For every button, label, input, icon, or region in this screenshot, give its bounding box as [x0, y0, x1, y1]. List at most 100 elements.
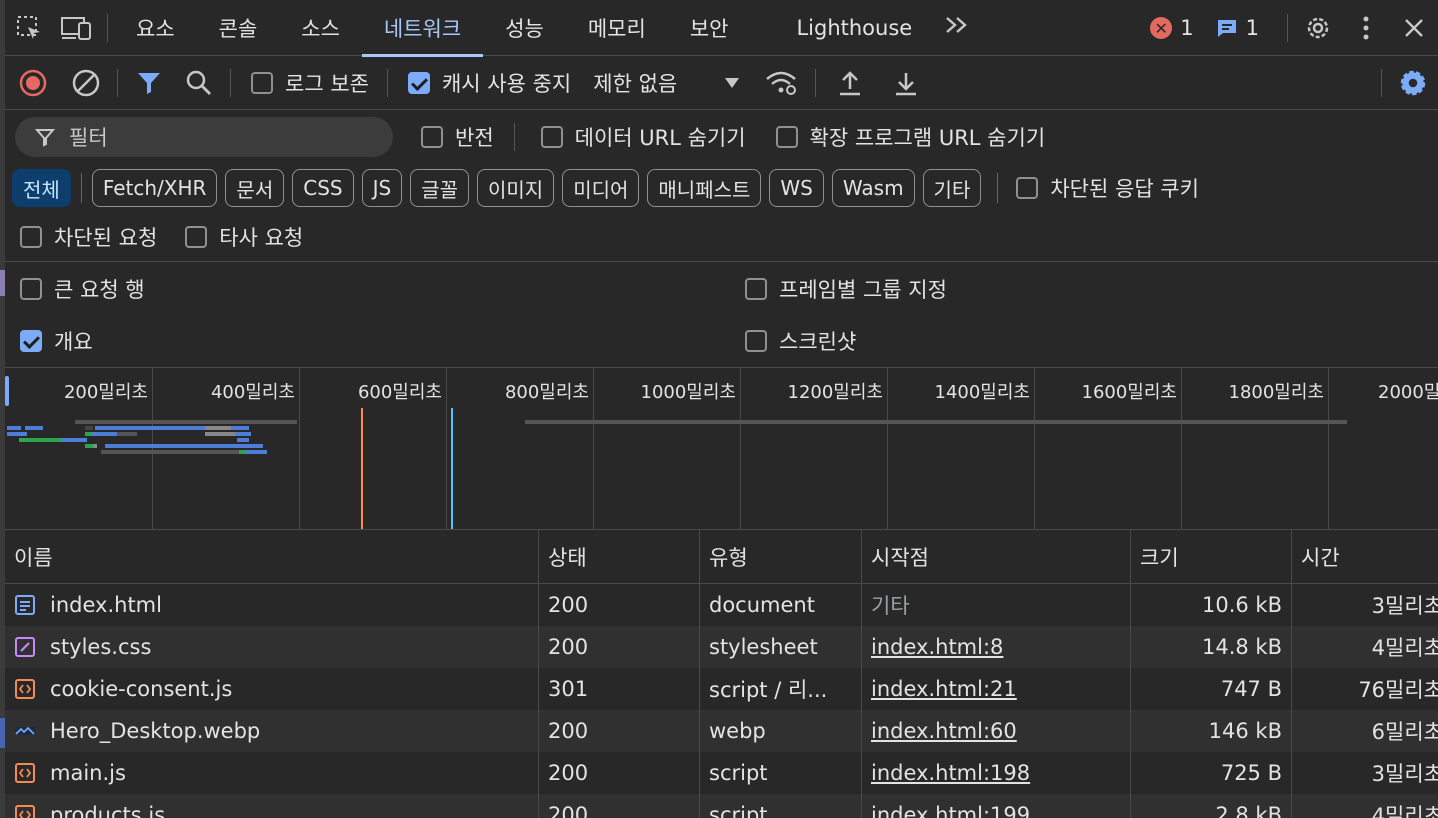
column-time[interactable]: 시간	[1292, 530, 1438, 584]
group-by-frame-toggle[interactable]: 프레임별 그룹 지정	[745, 274, 947, 304]
overview-checkbox[interactable]	[20, 330, 42, 352]
throttling-select[interactable]: 제한 없음	[593, 68, 740, 98]
status-divider	[1287, 14, 1288, 42]
preserve-log-checkbox[interactable]	[251, 71, 273, 94]
tab-6[interactable]: 보안	[668, 0, 751, 56]
network-conditions-icon[interactable]	[753, 56, 809, 110]
filter-funnel-icon[interactable]	[124, 56, 174, 110]
type-filter-chip[interactable]: 글꼴	[410, 169, 469, 207]
initiator-link[interactable]: index.html:8	[871, 635, 1003, 659]
timeline-gridline	[299, 368, 300, 529]
type-filter-chip[interactable]: 전체	[12, 169, 71, 207]
blocked-requests-checkbox[interactable]	[20, 225, 42, 248]
tab-1[interactable]: 콘솔	[197, 0, 280, 56]
tab-4[interactable]: 성능	[483, 0, 566, 56]
timeline-tick-label: 400밀리초	[210, 382, 295, 403]
preserve-log-toggle[interactable]: 로그 보존	[251, 68, 369, 98]
timeline-tick-label: 600밀리초	[357, 382, 442, 403]
cell-type: script / 리...	[700, 668, 862, 710]
type-filter-chip[interactable]: 이미지	[477, 169, 555, 207]
screenshots-toggle[interactable]: 스크린샷	[745, 326, 856, 356]
big-rows-toggle[interactable]: 큰 요청 행	[20, 274, 145, 304]
record-stop-icon[interactable]	[5, 56, 61, 110]
import-har-icon[interactable]	[822, 56, 878, 110]
timeline-tick-label: 2000밀리초	[1378, 382, 1438, 403]
hide-data-urls-toggle[interactable]: 데이터 URL 숨기기	[540, 122, 746, 152]
blocked-cookies-toggle[interactable]: 차단된 응답 쿠키	[1016, 173, 1199, 203]
error-icon: ✕	[1150, 17, 1173, 39]
invert-toggle[interactable]: 반전	[421, 122, 494, 152]
blocked-cookies-checkbox[interactable]	[1016, 177, 1039, 199]
message-count-badge[interactable]: 1	[1216, 16, 1259, 40]
invert-checkbox[interactable]	[421, 126, 443, 148]
type-filter-chip[interactable]: CSS	[292, 169, 354, 207]
type-filter-chip[interactable]: 기타	[922, 169, 982, 207]
third-party-checkbox[interactable]	[185, 225, 208, 248]
table-row[interactable]: Hero_Desktop.webp 200 webp index.html:60 146…	[5, 710, 1438, 752]
column-size[interactable]: 크기	[1131, 530, 1292, 584]
initiator-link[interactable]: index.html:198	[871, 761, 1030, 785]
column-name[interactable]: 이름	[5, 530, 539, 584]
screenshots-checkbox[interactable]	[745, 330, 767, 352]
type-filter-chip[interactable]: 미디어	[562, 169, 640, 207]
tab-7[interactable]: Lighthouse	[774, 0, 934, 56]
column-type[interactable]: 유형	[700, 530, 862, 584]
group-by-frame-checkbox[interactable]	[745, 278, 767, 300]
table-row[interactable]: products.js 200 script index.html:199 2.8 kB…	[5, 794, 1438, 818]
tab-bar-divider	[107, 13, 108, 42]
search-icon[interactable]	[174, 56, 224, 110]
hide-extension-urls-checkbox[interactable]	[775, 126, 798, 148]
tab-2[interactable]: 소스	[279, 0, 362, 56]
type-filter-chip[interactable]: WS	[769, 169, 824, 207]
cell-name: styles.css	[5, 626, 539, 668]
clear-log-icon[interactable]	[61, 56, 111, 110]
export-har-icon[interactable]	[878, 56, 934, 110]
hide-extension-urls-toggle[interactable]: 확장 프로그램 URL 숨기기	[775, 122, 1045, 152]
filter-input[interactable]: 필터	[15, 117, 393, 157]
initiator-link[interactable]: index.html:199	[871, 803, 1030, 818]
error-count-badge[interactable]: ✕ 1	[1150, 16, 1194, 40]
document-icon	[14, 594, 36, 616]
table-row[interactable]: main.js 200 script index.html:198 725 B 3밀리초	[5, 752, 1438, 794]
type-filter-chip[interactable]: 문서	[225, 169, 285, 207]
type-filter-chip[interactable]: Wasm	[831, 169, 915, 207]
settings-gear-icon[interactable]	[1294, 0, 1342, 56]
column-initiator[interactable]: 시작점	[862, 530, 1131, 584]
type-filter-chip[interactable]: 매니페스트	[647, 169, 762, 207]
table-row[interactable]: index.html 200 document 기타 10.6 kB 3밀리초	[5, 584, 1438, 626]
waterfall-bar	[117, 432, 137, 436]
waterfall-bar	[205, 432, 235, 436]
tab-0[interactable]: 요소	[114, 0, 197, 56]
initiator-link[interactable]: index.html:60	[871, 719, 1017, 743]
hide-data-urls-checkbox[interactable]	[540, 126, 563, 148]
big-rows-checkbox[interactable]	[20, 278, 42, 300]
network-overview-timeline[interactable]: 200밀리초 400밀리초 600밀리초 800밀리초 1000밀리초 1200밀리초 14…	[5, 368, 1438, 530]
status-group: ✕ 1 1	[1150, 0, 1438, 56]
more-tabs-icon[interactable]	[934, 15, 980, 41]
device-toolbar-icon[interactable]	[53, 0, 101, 56]
table-row[interactable]: styles.css 200 stylesheet index.html:8 14.8 …	[5, 626, 1438, 668]
type-filter-chip[interactable]: JS	[361, 169, 403, 207]
initiator-link[interactable]: index.html:21	[871, 677, 1017, 701]
network-settings-gear-icon[interactable]	[1388, 56, 1438, 110]
inspect-element-icon[interactable]	[5, 0, 53, 56]
timeline-gridline	[1181, 368, 1182, 529]
request-name: index.html	[50, 593, 162, 617]
overview-window-handle[interactable]	[5, 376, 9, 406]
third-party-toggle[interactable]: 타사 요청	[185, 222, 303, 252]
disable-cache-checkbox[interactable]	[407, 71, 430, 94]
waterfall-bar	[101, 450, 239, 454]
tab-5[interactable]: 메모리	[566, 0, 668, 56]
overview-toggle[interactable]: 개요	[20, 326, 93, 356]
table-row[interactable]: cookie-consent.js 301 script / 리... index.h…	[5, 668, 1438, 710]
more-options-icon[interactable]	[1342, 0, 1390, 56]
toolbar-divider	[117, 68, 118, 97]
type-filter-chip[interactable]: Fetch/XHR	[91, 169, 218, 207]
tab-3[interactable]: 네트워크	[361, 0, 484, 57]
column-status[interactable]: 상태	[539, 530, 700, 584]
script-icon	[14, 804, 36, 818]
view-options: 큰 요청 행 프레임별 그룹 지정 개요 스크린샷	[5, 262, 1438, 368]
blocked-requests-toggle[interactable]: 차단된 요청	[20, 222, 157, 252]
disable-cache-toggle[interactable]: 캐시 사용 중지	[407, 68, 571, 98]
close-icon[interactable]	[1390, 0, 1438, 56]
